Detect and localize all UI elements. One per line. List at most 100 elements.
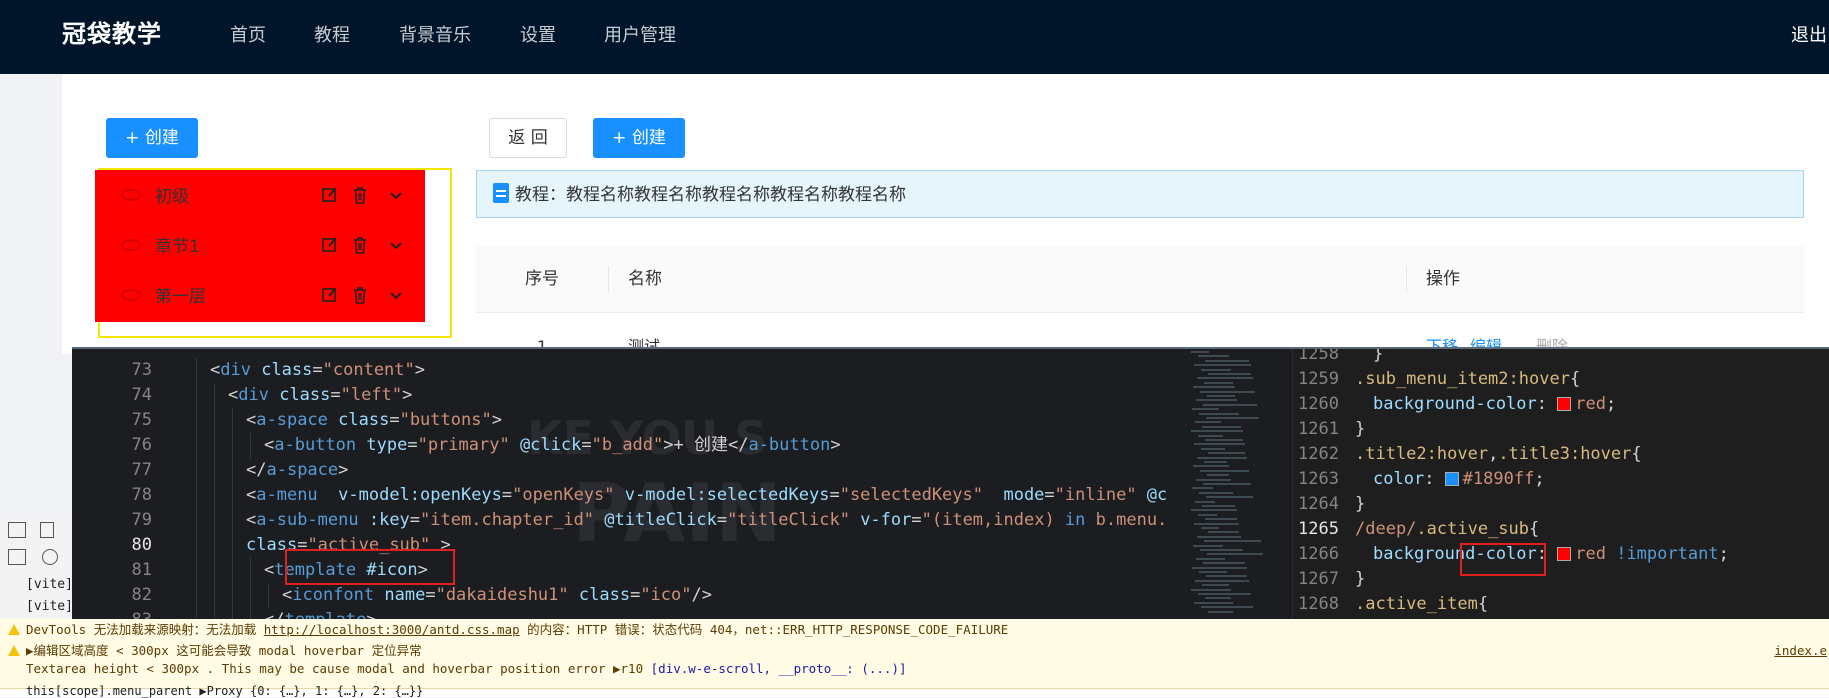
delete-icon[interactable]: [351, 235, 369, 255]
minimap-line: [1195, 500, 1215, 503]
device-toggle-icon[interactable]: [40, 522, 54, 538]
editor-top-border: [72, 347, 1829, 349]
menu-item-layer[interactable]: 第一层: [95, 272, 425, 322]
column-header-index: 序号: [525, 269, 559, 289]
nav-item-home[interactable]: 首页: [230, 22, 266, 50]
minimap-line: [1208, 373, 1251, 375]
color-swatch-icon[interactable]: [1557, 397, 1572, 411]
indent-guide: [196, 458, 197, 483]
code-line: <a-menu v-model:openKeys="openKeys" v-mo…: [246, 485, 1168, 505]
code-line: <a-space class="buttons">: [246, 410, 502, 430]
indent-guide: [196, 408, 197, 433]
clear-console-icon[interactable]: [42, 549, 58, 565]
column-divider: [608, 266, 609, 292]
minimap-line: [1191, 509, 1237, 512]
minimap-line: [1194, 601, 1233, 604]
minimap-line: [1193, 465, 1229, 468]
nav-item-settings[interactable]: 设置: [520, 22, 556, 50]
line-number: 80: [131, 535, 152, 555]
edit-icon[interactable]: [321, 235, 339, 255]
minimap-line: [1207, 553, 1263, 556]
minimap-line: [1194, 522, 1239, 525]
color-swatch-icon[interactable]: [1557, 547, 1572, 561]
nav-item-user-management[interactable]: 用户管理: [604, 22, 676, 50]
indent-guide: [196, 358, 197, 383]
nav-item-background-music[interactable]: 背景音乐: [399, 22, 471, 50]
minimap-line: [1201, 606, 1253, 609]
indent-guide: [214, 408, 215, 433]
brand-logo[interactable]: 冠袋教学: [62, 16, 162, 52]
indent-guide: [214, 533, 215, 558]
minimap-line: [1191, 430, 1243, 433]
console-warning-editor[interactable]: ▶编辑区域高度 < 300px 这可能会导致 modal hoverbar 定位…: [8, 642, 422, 660]
line-number: 76: [131, 435, 152, 455]
inspect-element-icon[interactable]: [8, 522, 26, 538]
style-code-pane[interactable]: 1258} 1259 .sub_menu_item2:hover{1260 backg…: [1292, 347, 1829, 619]
minimap-line: [1206, 496, 1253, 499]
chevron-down-icon[interactable]: [387, 235, 405, 255]
open-book-icon: [121, 239, 141, 251]
table-header: 序号 名称 操作: [476, 246, 1804, 313]
line-number: 1260: [1298, 394, 1339, 414]
line-number: 78: [131, 485, 152, 505]
minimap-line: [1192, 408, 1219, 411]
minimap-line: [1192, 566, 1247, 569]
console-source-link[interactable]: index.e: [1774, 642, 1827, 660]
minimap-line: [1198, 355, 1229, 358]
menu-item-label: 初级: [155, 187, 189, 207]
minimap-line: [1191, 588, 1231, 591]
edit-icon[interactable]: [321, 185, 339, 205]
indent-guide: [214, 483, 215, 508]
minimap-line: [1203, 403, 1257, 406]
chevron-down-icon[interactable]: [387, 185, 405, 205]
minimap-line: [1196, 557, 1225, 560]
minimap-line: [1195, 579, 1249, 582]
indent-guide: [232, 558, 233, 583]
minimap-line: [1205, 359, 1249, 362]
open-book-icon: [121, 289, 141, 301]
indent-guide: [214, 608, 215, 619]
minimap-line: [1207, 474, 1229, 477]
indent-guide: [250, 433, 251, 458]
line-number: 1267: [1298, 569, 1339, 589]
code-line: }: [1355, 569, 1366, 589]
logout-link[interactable]: 退出: [1791, 22, 1827, 50]
indent-guide: [232, 608, 233, 619]
minimap-line: [1194, 364, 1251, 367]
indent-guide: [232, 458, 233, 483]
right-create-button[interactable]: + 创建: [593, 118, 685, 158]
console-object[interactable]: [div.w-e-scroll, __proto__: (...)]: [651, 661, 907, 676]
minimap-line: [1201, 447, 1225, 450]
chevron-down-icon[interactable]: [387, 285, 405, 305]
editor-minimap[interactable]: [1187, 347, 1292, 619]
menu-item-level[interactable]: 初级: [95, 172, 425, 222]
line-number: 77: [131, 460, 152, 480]
indent-guide: [214, 583, 215, 608]
top-nav-bar: [0, 0, 1829, 74]
warning-icon: [8, 624, 20, 635]
code-line: </template>: [264, 608, 377, 619]
line-number: 79: [131, 510, 152, 530]
sidebar-toggle-icon[interactable]: [8, 549, 26, 565]
delete-icon[interactable]: [351, 285, 369, 305]
indent-guide: [214, 433, 215, 458]
code-line: .sub_menu_item2:hover{: [1355, 369, 1581, 389]
code-line: <div class="left">: [228, 385, 413, 405]
minimap-line: [1205, 439, 1243, 441]
minimap-line: [1197, 377, 1253, 380]
line-number: 74: [131, 385, 152, 405]
minimap-line: [1205, 597, 1231, 600]
line-number: 1268: [1298, 594, 1339, 614]
edit-icon[interactable]: [321, 285, 339, 305]
minimap-line: [1208, 531, 1239, 534]
left-create-button[interactable]: + 创建: [106, 118, 198, 158]
document-icon: [493, 183, 509, 203]
nav-item-tutorials[interactable]: 教程: [314, 22, 350, 50]
template-code-pane[interactable]: KE YOU S PAIN 73 <div class="content"> 74 <…: [72, 347, 1292, 619]
delete-icon[interactable]: [351, 185, 369, 205]
color-swatch-icon[interactable]: [1444, 472, 1459, 486]
menu-item-chapter[interactable]: 章节1: [95, 222, 425, 272]
minimap-line: [1207, 395, 1235, 397]
sourcemap-link[interactable]: http://localhost:3000/antd.css.map: [264, 622, 520, 637]
back-button[interactable]: 返 回: [489, 118, 567, 158]
